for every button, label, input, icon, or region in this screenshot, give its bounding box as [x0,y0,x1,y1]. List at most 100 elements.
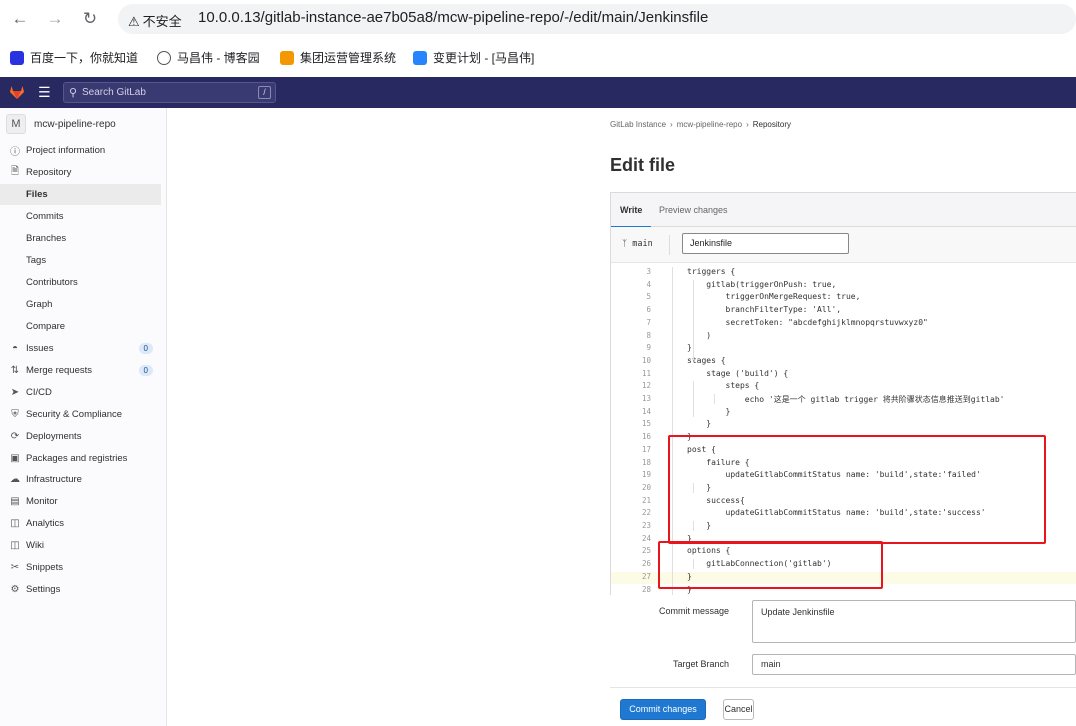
code-line[interactable]: 13 echo '这是一个 gitlab trigger 将共阶骤状态信息推送到… [611,394,1076,407]
sidebar-item-analytics[interactable]: ◫ Analytics [0,513,161,534]
info-icon: ⓘ [10,147,20,158]
code-line[interactable]: 5 triggerOnMergeRequest: true, [611,292,1076,305]
code-line[interactable]: 8 ) [611,331,1076,344]
code-line[interactable]: 14 } [611,407,1076,420]
issues-count-badge: 0 [138,343,153,354]
branch-icon: ᛉ [622,239,633,249]
cnblogs-icon [157,50,171,65]
sidebar-item-deployments[interactable]: ⟳ Deployments [0,426,161,447]
code-line[interactable]: 9} [611,343,1076,356]
merge-request-icon: ⇅ [10,365,20,376]
sidebar-item-label: Analytics [26,518,65,529]
chevron-right-icon: › [746,120,749,129]
code-line[interactable]: 6 branchFilterType: 'All', [611,305,1076,318]
project-header[interactable]: M mcw-pipeline-repo [6,114,116,134]
cancel-button[interactable]: Cancel [723,699,754,720]
gitlab-logo-icon[interactable] [8,83,26,101]
sidebar-item-settings[interactable]: ⚙ Settings [0,579,161,600]
file-name-input[interactable]: Jenkinsfile [682,233,849,254]
breadcrumb-project[interactable]: mcw-pipeline-repo [677,120,742,129]
sidebar-item-wiki[interactable]: ◫ Wiki [0,535,161,556]
line-number: 3 [646,267,651,276]
issues-icon: ◓ [11,343,19,354]
sidebar-item-issues[interactable]: ◓ Issues 0 [0,338,161,359]
line-number: 21 [641,495,651,505]
sidebar-item-label: Commits [26,211,64,222]
sidebar-item-snippets[interactable]: ✂ Snippets [0,557,161,578]
branch-name: main [632,239,653,249]
tab-write[interactable]: Write [610,205,652,228]
sidebar-item-graph[interactable]: Graph [0,294,161,315]
sidebar-item-contributors[interactable]: Contributors [0,272,161,293]
code-text: gitlab(triggerOnPush: true, [687,279,837,289]
forward-icon[interactable]: → [45,9,65,29]
bookmark-group-ops[interactable]: 集团运营管理系统 [280,49,396,66]
url-text[interactable]: 10.0.0.13/gitlab-instance-ae7b05a8/mcw-p… [198,9,708,26]
breadcrumb-gitlab-instance[interactable]: GitLab Instance [610,120,666,129]
code-line[interactable]: 4 gitlab(triggerOnPush: true, [611,280,1076,293]
bookmark-baidu[interactable]: 百度一下，你就知道 [10,49,138,66]
code-line[interactable]: 11 stage ('build') { [611,369,1076,382]
sidebar-item-infrastructure[interactable]: ☁ Infrastructure [0,469,161,490]
search-input[interactable]: ⚲ Search GitLab / [63,82,276,103]
back-icon[interactable]: ← [10,9,30,29]
line-number: 25 [641,546,651,556]
code-line[interactable]: 12 steps { [611,381,1076,394]
branch-label: ᛉ main [622,239,653,249]
breadcrumb-repository[interactable]: Repository [753,120,791,129]
sidebar-item-compare[interactable]: Compare [0,316,161,337]
highlight-box-post [668,435,1046,544]
line-number: 5 [646,292,651,302]
sidebar-item-label: Deployments [26,431,82,442]
sidebar-item-label: Security & Compliance [26,409,123,420]
book-icon: ◫ [10,540,20,551]
chart-icon: ◫ [10,518,20,529]
sidebar-item-label: Graph [26,299,53,310]
breadcrumb: GitLab Instance › mcw-pipeline-repo › Reposi… [610,120,791,129]
address-bar[interactable]: ⚠ 不安全 10.0.0.13/gitlab-instance-ae7b05a8/… [118,4,1076,34]
ops-system-icon [280,50,294,65]
sidebar-item-ci-cd[interactable]: ➤ CI/CD [0,382,161,403]
commit-changes-button[interactable]: Commit changes [620,699,706,720]
line-number: 8 [646,330,651,340]
sidebar-item-label: Tags [26,255,47,266]
target-branch-field[interactable]: main [752,654,1076,675]
commit-form: Commit message Update Jenkinsfile Target… [610,595,1076,726]
sidebar-item-label: Settings [26,584,61,595]
bookmark-label: 马昌伟 - 博客园 [177,51,260,65]
code-text: stage ('build') { [687,368,789,378]
tab-preview-changes[interactable]: Preview changes [659,205,728,215]
sidebar-item-packages-registries[interactable]: ▣ Packages and registries [0,448,161,469]
sidebar-item-project-information[interactable]: ⓘ Project information [0,140,161,161]
bookmark-change-plan[interactable]: 变更计划 - [马昌伟] [413,49,534,66]
sidebar-item-monitor[interactable]: ▤ Monitor [0,491,161,512]
sidebar-item-merge-requests[interactable]: ⇅ Merge requests 0 [0,360,161,381]
sidebar-item-security-compliance[interactable]: ⛨ Security & Compliance [0,404,161,425]
code-line[interactable]: 10 stages { [611,356,1076,369]
code-text: triggerOnMergeRequest: true, [687,292,861,302]
menu-icon[interactable]: ☰ [38,84,51,101]
divider [610,687,1076,688]
code-line[interactable]: 3 triggers { [611,267,1076,280]
commit-message-field[interactable]: Update Jenkinsfile [752,600,1076,643]
search-placeholder: Search GitLab [82,87,146,98]
bookmark-cnblogs[interactable]: 马昌伟 - 博客园 [157,49,260,66]
sidebar-item-label: Infrastructure [26,474,82,485]
sidebar-item-branches[interactable]: Branches [0,228,161,249]
merge-requests-count-badge: 0 [138,365,153,376]
sidebar-item-files[interactable]: Files [0,184,161,205]
code-line[interactable]: 15 } [611,419,1076,432]
line-number: 12 [641,381,651,391]
security-warning[interactable]: ⚠ 不安全 [128,11,182,30]
sidebar-item-repository[interactable]: 🗎 Repository [0,162,161,183]
bookmark-label: 百度一下，你就知道 [30,51,139,65]
sidebar-item-commits[interactable]: Commits [0,206,161,227]
deployments-icon: ⟳ [10,431,20,442]
code-line[interactable]: 7 secretToken: "abcdefghijklmnopqrstuvwx… [611,318,1076,331]
reload-icon[interactable]: ↻ [80,9,100,29]
line-number: 6 [646,305,651,315]
line-number: 22 [641,508,651,518]
sidebar-item-label: Monitor [26,496,58,507]
divider [669,235,670,255]
sidebar-item-tags[interactable]: Tags [0,250,161,271]
